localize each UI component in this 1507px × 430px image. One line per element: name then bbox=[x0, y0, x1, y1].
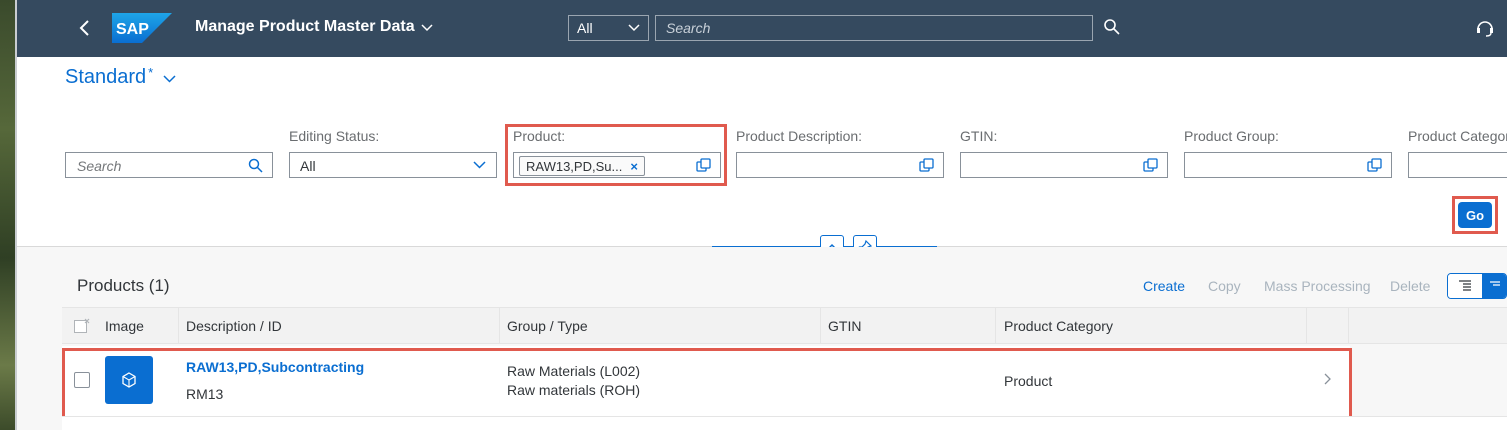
create-button[interactable]: Create bbox=[1143, 278, 1185, 294]
gtin-label: GTIN: bbox=[960, 128, 998, 144]
column-header-product-category[interactable]: Product Category bbox=[1004, 318, 1113, 334]
value-help-icon[interactable] bbox=[1367, 158, 1382, 173]
gtin-input[interactable] bbox=[960, 152, 1168, 178]
column-separator bbox=[820, 308, 821, 344]
product-token[interactable]: RAW13,PD,Su... × bbox=[519, 156, 645, 176]
variant-modified-marker: * bbox=[148, 65, 154, 80]
product-category-label: Product Categor bbox=[1408, 128, 1507, 144]
view-toggle bbox=[1447, 273, 1507, 299]
value-help-icon[interactable] bbox=[696, 158, 711, 173]
product-category-input[interactable] bbox=[1408, 152, 1507, 178]
search-icon[interactable] bbox=[1103, 18, 1121, 41]
value-help-icon[interactable] bbox=[1143, 158, 1158, 173]
shell-search-placeholder: Search bbox=[666, 20, 711, 36]
product-description-input[interactable] bbox=[736, 152, 944, 178]
mass-processing-button[interactable]: Mass Processing bbox=[1264, 278, 1371, 294]
search-scope-select[interactable]: All bbox=[568, 15, 649, 41]
background-edge bbox=[0, 0, 17, 430]
variant-management[interactable]: Standard * bbox=[65, 65, 176, 89]
chevron-down-icon bbox=[473, 161, 486, 169]
table-footer bbox=[62, 416, 1507, 430]
app-window: SAP Manage Product Master Data All Searc… bbox=[17, 0, 1507, 430]
search-scope-value: All bbox=[577, 20, 593, 36]
select-all-icon[interactable] bbox=[74, 318, 90, 334]
column-separator bbox=[499, 308, 500, 344]
column-header-image[interactable]: Image bbox=[105, 318, 144, 334]
product-label: Product: bbox=[513, 128, 566, 144]
value-help-icon[interactable] bbox=[919, 158, 934, 173]
column-header-description[interactable]: Description / ID bbox=[186, 318, 282, 334]
shell-search-input[interactable]: Search bbox=[655, 15, 1093, 41]
chevron-down-icon bbox=[628, 24, 640, 32]
filter-search-placeholder: Search bbox=[77, 158, 122, 174]
editing-status-label: Editing Status: bbox=[289, 128, 380, 144]
row-highlight bbox=[62, 348, 1352, 420]
table-view-icon[interactable] bbox=[1482, 274, 1506, 298]
copy-button[interactable]: Copy bbox=[1208, 278, 1241, 294]
search-icon[interactable] bbox=[248, 158, 263, 173]
chevron-down-icon bbox=[163, 74, 176, 83]
go-button[interactable]: Go bbox=[1458, 202, 1492, 228]
table-title: Products (1) bbox=[77, 276, 170, 295]
back-icon[interactable] bbox=[73, 16, 97, 40]
column-separator bbox=[178, 308, 179, 344]
column-separator bbox=[1348, 308, 1349, 344]
column-header-gtin[interactable]: GTIN bbox=[828, 318, 861, 334]
product-token-text: RAW13,PD,Su... bbox=[526, 158, 623, 174]
token-remove-icon[interactable]: × bbox=[630, 159, 638, 174]
svg-text:SAP: SAP bbox=[116, 21, 149, 38]
headset-icon[interactable] bbox=[1475, 18, 1495, 43]
editing-status-select[interactable]: All bbox=[289, 152, 497, 178]
filter-search-input[interactable]: Search bbox=[65, 152, 273, 178]
app-title-menu[interactable]: Manage Product Master Data bbox=[195, 18, 433, 36]
delete-button[interactable]: Delete bbox=[1390, 278, 1430, 294]
column-header-group-type[interactable]: Group / Type bbox=[507, 318, 588, 334]
sap-logo[interactable]: SAP bbox=[112, 13, 172, 43]
shell-bar: SAP Manage Product Master Data All Searc… bbox=[17, 0, 1507, 57]
chevron-down-icon bbox=[421, 24, 433, 32]
product-description-label: Product Description: bbox=[736, 128, 863, 144]
variant-name: Standard bbox=[65, 66, 147, 88]
editing-status-value: All bbox=[300, 158, 316, 174]
product-group-input[interactable] bbox=[1184, 152, 1392, 178]
column-separator bbox=[1306, 308, 1307, 344]
column-separator bbox=[995, 308, 996, 344]
list-view-icon[interactable] bbox=[1448, 274, 1482, 298]
product-group-label: Product Group: bbox=[1184, 128, 1279, 144]
product-multi-input[interactable]: RAW13,PD,Su... × bbox=[513, 152, 721, 178]
app-title: Manage Product Master Data bbox=[195, 18, 415, 35]
table-header: Image Description / ID Group / Type GTIN… bbox=[62, 307, 1507, 344]
